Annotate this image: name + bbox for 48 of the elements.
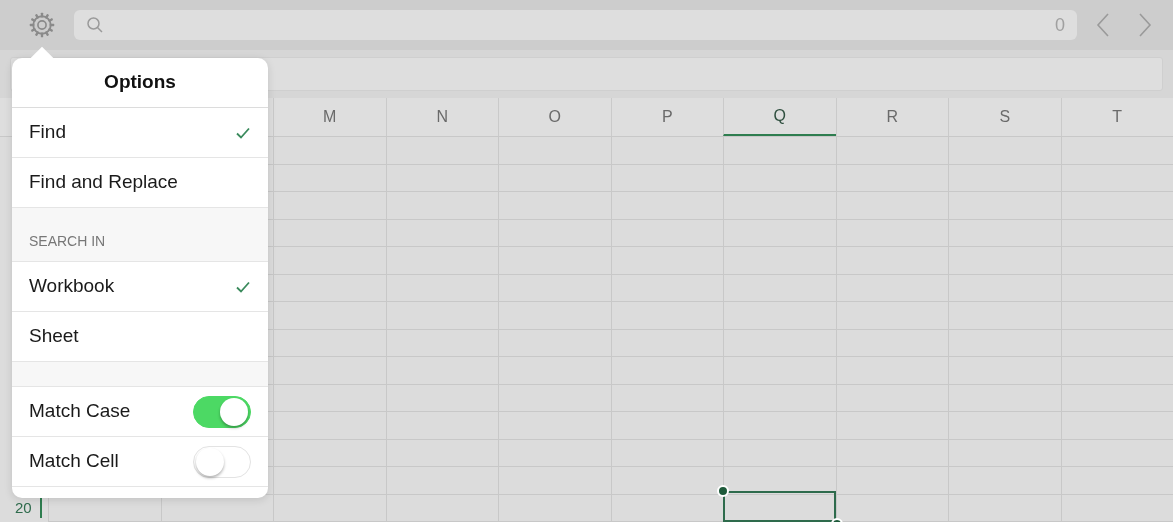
- selection-handle[interactable]: [717, 485, 729, 497]
- option-label: Workbook: [29, 274, 115, 299]
- grid-cell[interactable]: [273, 302, 386, 330]
- grid-cell[interactable]: [835, 137, 948, 165]
- previous-icon[interactable]: [1095, 12, 1111, 38]
- column-header[interactable]: Q: [723, 98, 836, 136]
- option-label: Sheet: [29, 324, 79, 349]
- row-header[interactable]: 20: [0, 494, 48, 522]
- column-header[interactable]: N: [385, 98, 498, 136]
- grid-cell[interactable]: [610, 137, 723, 165]
- column-header[interactable]: M: [273, 98, 386, 136]
- grid-cell[interactable]: [723, 137, 836, 165]
- column-header[interactable]: O: [498, 98, 611, 136]
- grid-cell[interactable]: [835, 467, 948, 495]
- menu-item[interactable]: Workbook: [12, 262, 268, 312]
- option-label: Find: [29, 120, 66, 145]
- column-header[interactable]: S: [948, 98, 1061, 136]
- grid-cell[interactable]: [273, 384, 386, 412]
- toggle-switch[interactable]: [193, 395, 251, 428]
- column-header[interactable]: P: [610, 98, 723, 136]
- grid-cell[interactable]: [273, 164, 386, 192]
- menu-item[interactable]: Find: [12, 108, 268, 158]
- grid-cell[interactable]: [273, 467, 386, 495]
- grid-cell[interactable]: [273, 274, 386, 302]
- grid-cell[interactable]: [273, 192, 386, 220]
- option-label: Match Case: [29, 399, 131, 424]
- grid-cell[interactable]: [273, 137, 386, 165]
- next-icon[interactable]: [1137, 12, 1153, 38]
- settings-icon[interactable]: [28, 11, 56, 39]
- grid-cell[interactable]: [835, 494, 948, 522]
- search-icon: [86, 16, 104, 34]
- grid-cell[interactable]: [273, 412, 386, 440]
- column-header[interactable]: R: [835, 98, 948, 136]
- grid-cell[interactable]: [723, 467, 836, 495]
- grid-cell[interactable]: [273, 439, 386, 467]
- popover-title: Options: [104, 70, 176, 95]
- grid-cell[interactable]: [273, 247, 386, 275]
- cell-selection[interactable]: [723, 491, 836, 522]
- toggle-switch[interactable]: [193, 445, 251, 478]
- grid-cell[interactable]: [610, 494, 723, 522]
- option-label: Find and Replace: [29, 170, 178, 195]
- grid-cell[interactable]: [273, 219, 386, 247]
- section-header: SEARCH IN: [29, 232, 106, 251]
- grid-cell[interactable]: [273, 329, 386, 357]
- grid-cell[interactable]: [273, 357, 386, 385]
- result-count: 0: [1055, 13, 1065, 37]
- option-label: Match Cell: [29, 449, 119, 474]
- column-header[interactable]: T: [1060, 98, 1173, 136]
